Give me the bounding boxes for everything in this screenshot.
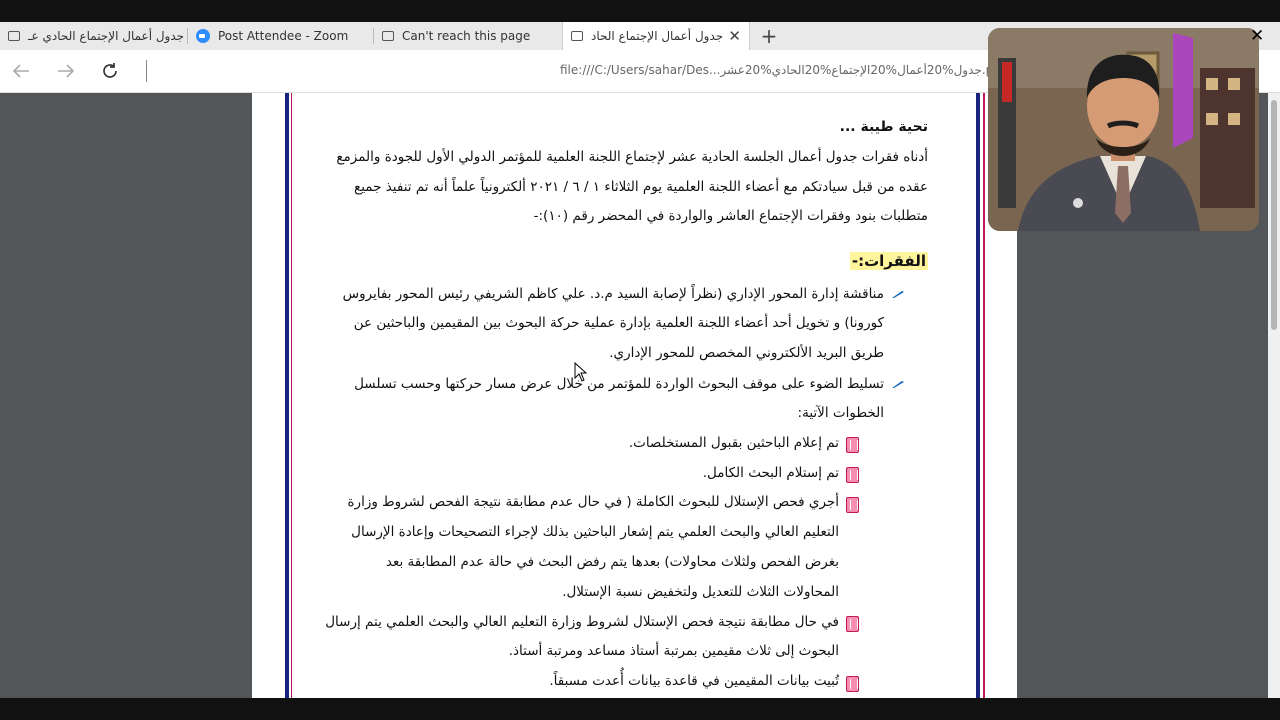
tab-label: Post Attendee - Zoom [218, 29, 349, 43]
tab-meeting-agenda-active[interactable]: جدول أعمال الإجتماع الحاد ✕ [562, 22, 750, 50]
tab-label: جدول أعمال الإجتماع الحادي عـ [28, 29, 185, 43]
book-bullet-icon [846, 497, 859, 513]
pen-bullet-icon [892, 381, 904, 388]
item1-line: كورونا) و تخويل أحد أعضاء اللجنة العلمية… [353, 315, 884, 331]
book-bullet-icon [846, 467, 859, 483]
sub-item-line: أجري فحص الإستلال للبحوث الكاملة ( في حا… [347, 494, 839, 510]
sub-item-line: التعليم العالي والبحث العلمي يتم إشعار ا… [351, 524, 839, 540]
new-tab-button[interactable]: + [755, 22, 783, 50]
section-heading: الفقرات:- [849, 252, 928, 270]
item2-line: الخطوات الآتية: [797, 405, 884, 421]
sub-item-line: في حال مطابقة نتيجة فحص الإستلال لشروط و… [325, 614, 839, 630]
zoom-icon [196, 29, 210, 43]
sub-item: تُبيت بيانات المقيمين في قاعدة بيانات أُ… [549, 673, 839, 689]
address-bar[interactable]: file:///C:/Users/sahar/Des...جدول%20أعما… [560, 63, 990, 77]
forward-arrow-icon[interactable] [53, 58, 79, 84]
screen-top-bar [0, 0, 1280, 22]
tab-label: Can't reach this page [402, 29, 531, 43]
mouse-cursor-icon [574, 362, 588, 382]
intro-line: متطلبات بنود وفقرات الإجتماع العاشر والو… [533, 208, 928, 224]
item1-line: مناقشة إدارة المحور الإداري (نظراً لإصاب… [342, 286, 884, 302]
tab-label: جدول أعمال الإجتماع الحاد [591, 29, 724, 43]
sub-item-line: المحاولات الثلاث للتعديل ولتخفيض نسبة ال… [562, 584, 839, 600]
video-call-overlay[interactable] [988, 28, 1259, 231]
close-tab-icon[interactable]: ✕ [728, 27, 741, 45]
tab-meeting-agenda-1[interactable]: جدول أعمال الإجتماع الحادي عـ [0, 22, 188, 50]
page-icon [8, 31, 20, 41]
greeting: تحية طيبة ... [839, 119, 928, 135]
book-bullet-icon [846, 676, 859, 692]
tab-cant-reach[interactable]: Can't reach this page [374, 22, 562, 50]
participant-video [988, 28, 1259, 231]
sub-item-line: البحوث إلى ثلاث مقيمين بمرتبة أستاذ مساع… [508, 643, 839, 659]
sub-item: تم إستلام البحث الكامل. [702, 465, 839, 481]
sub-item-line: بغرض الفحص ولثلاث محاولات) بعدها يتم رفض… [385, 554, 839, 570]
close-icon[interactable]: ✕ [1250, 26, 1264, 46]
page-icon [382, 31, 394, 41]
scrollbar-thumb[interactable] [1271, 100, 1277, 330]
page-icon [571, 31, 583, 41]
page-border [983, 93, 985, 698]
tab-zoom[interactable]: Post Attendee - Zoom [188, 22, 374, 50]
item1-line: طريق البريد الألكتروني المخصص للمحور الإ… [609, 345, 884, 361]
book-bullet-icon [846, 616, 859, 632]
sub-item: تم إعلام الباحثين بقبول المستخلصات. [628, 435, 839, 451]
page-border [291, 93, 292, 698]
pen-bullet-icon [892, 291, 904, 298]
item2-line: تسليط الضوء على موقف البحوث الواردة للمؤ… [354, 376, 884, 392]
reload-icon[interactable] [97, 58, 123, 84]
book-bullet-icon [846, 437, 859, 453]
page-border [285, 93, 289, 698]
back-arrow-icon[interactable] [8, 58, 34, 84]
intro-line: عقده من قبل سيادتكم مع أعضاء اللجنة العل… [354, 179, 928, 195]
page-border [976, 93, 980, 698]
screen-bottom-bar [0, 698, 1280, 720]
intro-line: أدناه فقرات جدول أعمال الجلسة الحادية عش… [336, 149, 928, 165]
